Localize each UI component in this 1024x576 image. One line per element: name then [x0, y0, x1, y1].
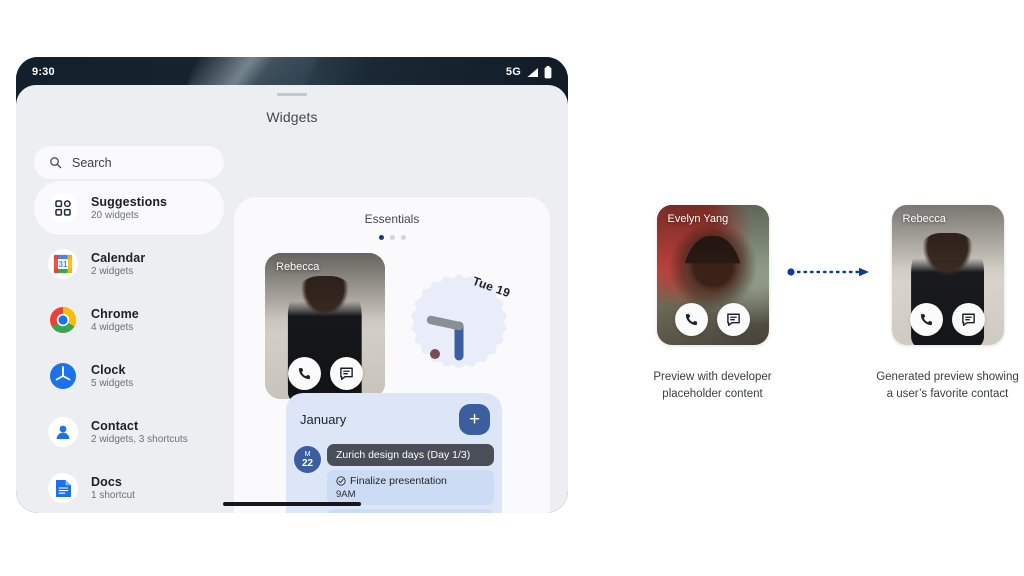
suggestions-grid-icon [48, 193, 78, 223]
sheet-drag-handle[interactable] [277, 93, 307, 96]
sidebar-item-label: Docs [91, 475, 122, 489]
contact-name: Rebecca [902, 213, 946, 225]
contact-actions [892, 303, 1004, 336]
placeholder-contact-card[interactable]: Evelyn Yang [656, 205, 769, 345]
sidebar-item-label: Contact [91, 419, 139, 433]
google-clock-icon [48, 361, 78, 391]
sidebar-item-text: Calendar 2 widgets [91, 251, 145, 277]
sidebar-item-label: Chrome [91, 307, 139, 321]
event-time: 9AM [336, 489, 356, 500]
event-title-row: Finalize presentation [336, 475, 485, 487]
sidebar-item-text: Docs 1 shortcut [91, 475, 135, 501]
comparison-diagram: Evelyn Yang Preview with developer place… [640, 205, 1020, 402]
phone-icon[interactable] [910, 303, 943, 336]
sidebar-item-label: Calendar [91, 251, 146, 265]
badge-day: 22 [301, 457, 314, 469]
widget-picker-sheet: Widgets Search Suggestions 20 widgets 31… [16, 85, 568, 513]
message-icon[interactable] [717, 303, 750, 336]
status-bar: 9:30 5G [16, 57, 568, 87]
sidebar-item-sublabel: 2 widgets [91, 266, 134, 277]
sidebar-item-sublabel: 5 widgets [91, 378, 134, 389]
sidebar-item-sublabel: 4 widgets [91, 322, 134, 333]
signal-icon [527, 67, 538, 77]
message-icon[interactable] [952, 303, 985, 336]
search-placeholder: Search [72, 155, 112, 170]
left-caption: Preview with developer placeholder conte… [653, 371, 772, 400]
sidebar-item-sublabel: 2 widgets, 3 shortcuts [91, 434, 188, 445]
right-caption: Generated preview showing a user’s favor… [876, 371, 1019, 400]
essentials-panel: Essentials Rebecca Tue 19 January + M 22… [234, 197, 550, 513]
google-chrome-icon [48, 305, 78, 335]
diagram-right-column: Rebecca Generated preview showing a user… [875, 205, 1020, 402]
sidebar-item-sublabel: 1 shortcut [91, 490, 135, 501]
phone-icon[interactable] [675, 303, 708, 336]
calendar-event[interactable]: Zurich design days (Day 1/3) [327, 444, 494, 466]
hour-hand [426, 315, 464, 331]
sidebar-item-calendar[interactable]: 31 Calendar 2 widgets [34, 237, 224, 291]
calendar-event[interactable]: Project update 10–10:30 AM [327, 509, 494, 513]
dotted-arrow-right-icon [787, 267, 869, 277]
page-dot-1[interactable] [378, 235, 384, 240]
network-label: 5G [505, 66, 521, 78]
sidebar-item-text: Clock 5 widgets [91, 363, 133, 389]
sidebar-item-contact[interactable]: Contact 2 widgets, 3 shortcuts [34, 405, 224, 459]
panel-title: Essentials [364, 212, 420, 226]
sidebar-item-docs[interactable]: Docs 1 shortcut [34, 461, 224, 513]
contact-actions [265, 357, 385, 390]
sidebar-item-label: Suggestions [91, 195, 168, 209]
calendar-date-badge: M 22 [294, 446, 321, 473]
sidebar-item-text: Contact 2 widgets, 3 shortcuts [91, 419, 188, 445]
generated-contact-card[interactable]: Rebecca [891, 205, 1004, 345]
svg-text:31: 31 [59, 260, 68, 269]
page-indicator[interactable] [234, 235, 550, 240]
diagram-row: Evelyn Yang Preview with developer place… [640, 205, 1020, 402]
widget-sidebar: Search Suggestions 20 widgets 31 Calenda… [34, 146, 224, 513]
sidebar-item-suggestions[interactable]: Suggestions 20 widgets [34, 181, 224, 235]
event-title: Zurich design days (Day 1/3) [336, 449, 471, 461]
calendar-widget[interactable]: January + M 22 Zurich design days (Day 1… [286, 393, 502, 513]
sidebar-item-label: Clock [91, 363, 126, 377]
event-title: Finalize presentation [350, 475, 447, 487]
search-input[interactable]: Search [34, 146, 224, 179]
google-calendar-icon: 31 [48, 249, 78, 279]
contact-actions [657, 303, 769, 336]
sidebar-item-text: Chrome 4 widgets [91, 307, 139, 333]
status-indicators: 5G [505, 65, 552, 79]
phone-icon[interactable] [287, 357, 321, 390]
sidebar-item-text: Suggestions 20 widgets [91, 195, 167, 221]
calendar-month: January [300, 412, 347, 427]
page-dot-3[interactable] [400, 235, 406, 240]
contacts-person-icon [48, 417, 78, 447]
message-icon[interactable] [329, 357, 363, 390]
badge-weekday: M [304, 450, 311, 458]
calendar-header: January + [286, 404, 502, 435]
diagram-left-column: Evelyn Yang Preview with developer place… [640, 205, 785, 402]
clock-accent-dot [430, 349, 440, 359]
analog-clock: Tue 19 [405, 272, 513, 380]
contact-name: Rebecca [276, 261, 320, 273]
battery-icon [544, 65, 552, 78]
page-dot-2[interactable] [389, 235, 395, 240]
search-icon [50, 157, 62, 169]
check-circle-icon [336, 476, 346, 486]
sidebar-item-chrome[interactable]: Chrome 4 widgets [34, 293, 224, 347]
contact-name: Evelyn Yang [667, 213, 729, 225]
tablet-device: 9:30 5G Widgets Search Suggestions 20 wi… [16, 57, 568, 513]
sidebar-item-clock[interactable]: Clock 5 widgets [34, 349, 224, 403]
contact-card[interactable]: Rebecca [265, 253, 385, 399]
sidebar-item-sublabel: 20 widgets [91, 210, 139, 221]
home-gesture-bar[interactable] [223, 502, 361, 506]
add-event-button[interactable]: + [459, 404, 490, 435]
clock-card[interactable]: Tue 19 [399, 253, 519, 399]
page-title: Widgets [266, 109, 318, 125]
google-docs-icon [48, 473, 78, 503]
status-time: 9:30 [32, 66, 55, 78]
calendar-event[interactable]: Finalize presentation 9AM [327, 470, 494, 505]
